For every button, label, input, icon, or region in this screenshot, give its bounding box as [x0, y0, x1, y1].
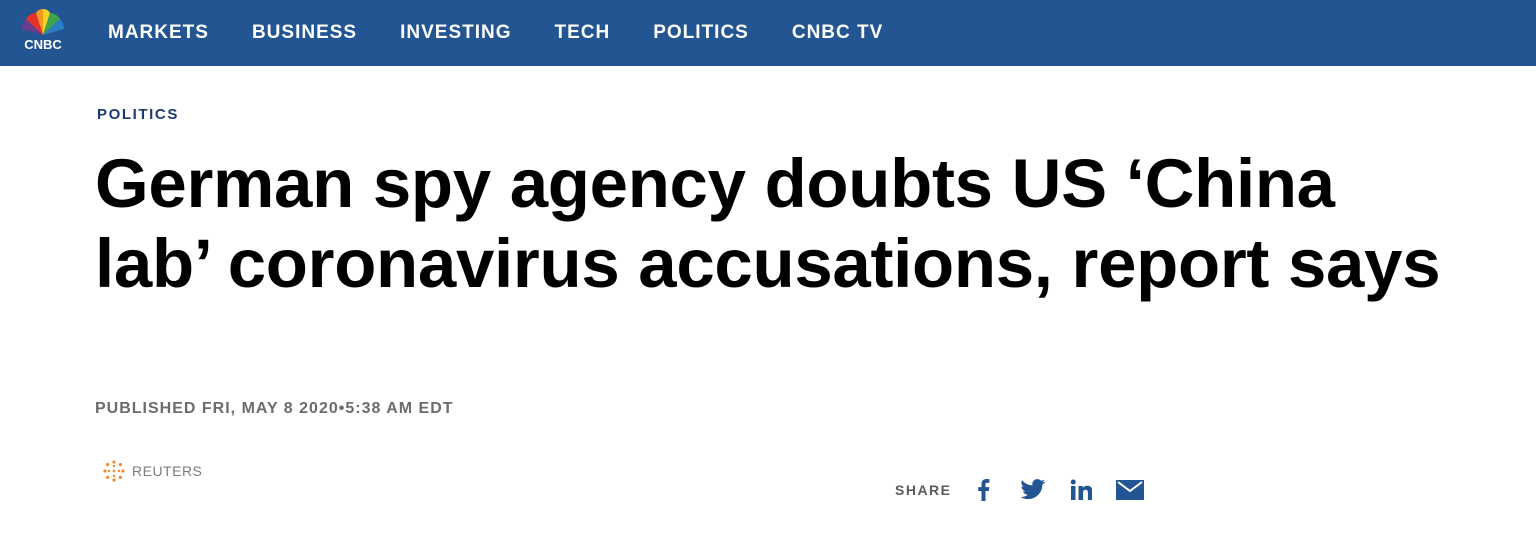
cnbc-logo[interactable]: CNBC [12, 5, 74, 53]
linkedin-icon[interactable] [1070, 479, 1092, 501]
nav-item-cnbc-tv[interactable]: CNBC TV [792, 22, 883, 44]
share-bar: SHARE [895, 478, 1168, 502]
published-timestamp: PUBLISHED FRI, MAY 8 2020•5:38 AM EDT [95, 400, 454, 417]
source-name: REUTERS [132, 463, 203, 479]
article-source[interactable]: REUTERS [102, 459, 202, 483]
reuters-logo-icon [103, 460, 125, 482]
twitter-icon[interactable] [1019, 478, 1046, 502]
nav-item-business[interactable]: BUSINESS [252, 22, 357, 44]
article-category-link[interactable]: POLITICS [97, 106, 179, 123]
peacock-icon [21, 8, 65, 35]
top-navigation-bar: CNBC MARKETS BUSINESS INVESTING TECH POL… [0, 0, 1536, 66]
email-icon[interactable] [1115, 480, 1144, 500]
facebook-icon[interactable] [972, 478, 996, 502]
svg-text:CNBC: CNBC [24, 37, 62, 52]
article-headline: German spy agency doubts US ‘China lab’ … [95, 145, 1441, 302]
share-label: SHARE [895, 482, 952, 498]
nav-item-tech[interactable]: TECH [555, 22, 611, 44]
nav-item-investing[interactable]: INVESTING [400, 22, 511, 44]
nav-item-politics[interactable]: POLITICS [653, 22, 749, 44]
nav-item-markets[interactable]: MARKETS [108, 22, 209, 44]
main-nav: MARKETS BUSINESS INVESTING TECH POLITICS… [108, 0, 926, 66]
